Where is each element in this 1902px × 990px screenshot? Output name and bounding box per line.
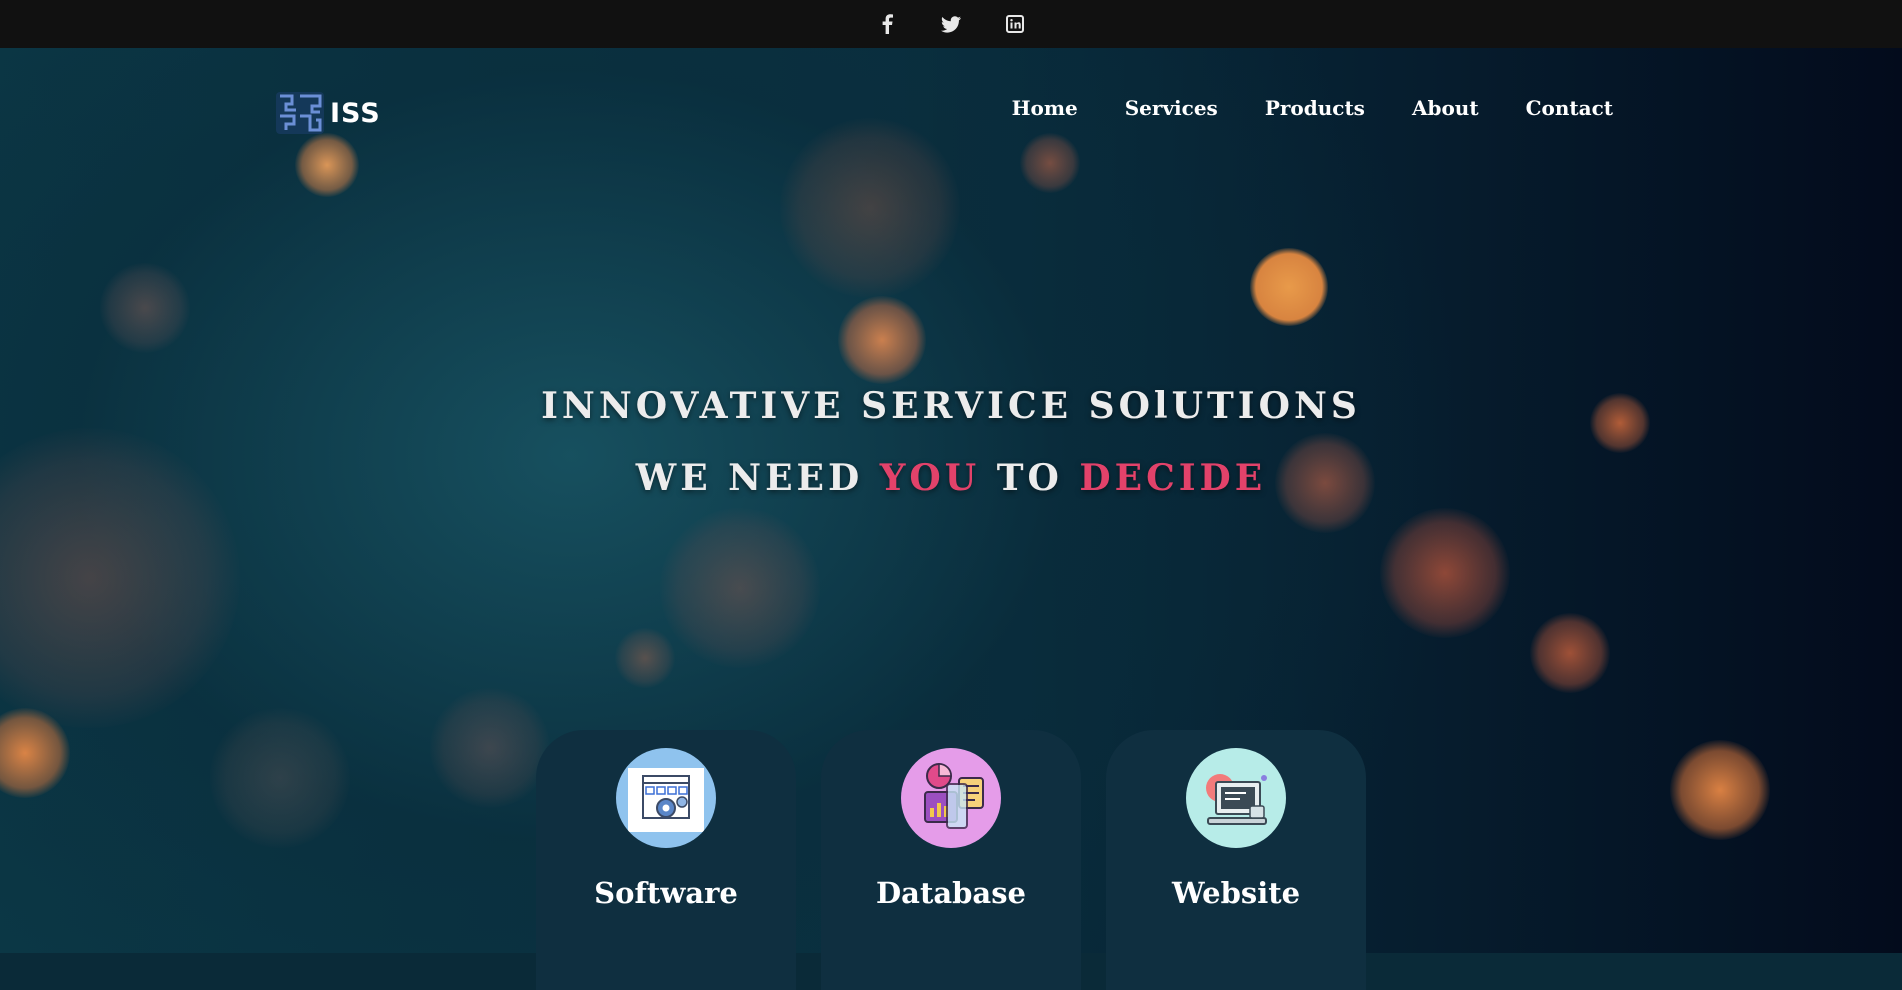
facebook-icon[interactable] [875, 12, 899, 36]
bokeh-light [780, 118, 960, 298]
service-title: Website [1171, 876, 1301, 910]
social-bar [0, 0, 1902, 48]
bokeh-light [660, 508, 820, 668]
service-cards: Software Database Website [536, 730, 1366, 990]
bokeh-light [1380, 508, 1510, 638]
service-card-database[interactable]: Database [821, 730, 1081, 990]
twitter-icon[interactable] [939, 12, 963, 36]
brand-name: ISS [330, 97, 381, 129]
website-computer-icon [1186, 748, 1286, 848]
bokeh-light [100, 263, 190, 353]
bokeh-light [210, 708, 350, 848]
bokeh-light [1530, 613, 1610, 693]
bokeh-light [295, 133, 359, 197]
brand-logo[interactable]: ISS [274, 90, 381, 136]
main-nav: Home Services Products About Contact [1012, 96, 1613, 120]
bokeh-light [1020, 133, 1080, 193]
maze-logo-icon [274, 90, 326, 136]
nav-services[interactable]: Services [1125, 96, 1218, 120]
bokeh-light [838, 296, 926, 384]
hero-tagline: WE NEED YOU TO DECIDE [0, 457, 1902, 499]
service-card-software[interactable]: Software [536, 730, 796, 990]
bokeh-light [430, 688, 550, 808]
tagline-accent-decide: DECIDE [1079, 457, 1267, 499]
service-title: Software [594, 876, 738, 910]
database-dashboard-icon [901, 748, 1001, 848]
nav-contact[interactable]: Contact [1526, 96, 1613, 120]
tagline-part: WE NEED [635, 457, 880, 499]
software-gear-window-icon [616, 748, 716, 848]
bokeh-light [1670, 740, 1770, 840]
nav-products[interactable]: Products [1265, 96, 1365, 120]
nav-home[interactable]: Home [1012, 96, 1078, 120]
service-card-website[interactable]: Website [1106, 730, 1366, 990]
navbar: ISS Home Services Products About Contact [0, 48, 1902, 134]
tagline-part: TO [980, 457, 1080, 499]
service-title: Database [876, 876, 1026, 910]
bokeh-light [615, 628, 675, 688]
nav-about[interactable]: About [1412, 96, 1479, 120]
tagline-accent-you: YOU [879, 457, 981, 499]
linkedin-icon[interactable] [1003, 12, 1027, 36]
bokeh-light [1250, 248, 1328, 326]
hero-headline: INNOVATIVE SERVICE SOlUTIONS [541, 385, 1361, 427]
